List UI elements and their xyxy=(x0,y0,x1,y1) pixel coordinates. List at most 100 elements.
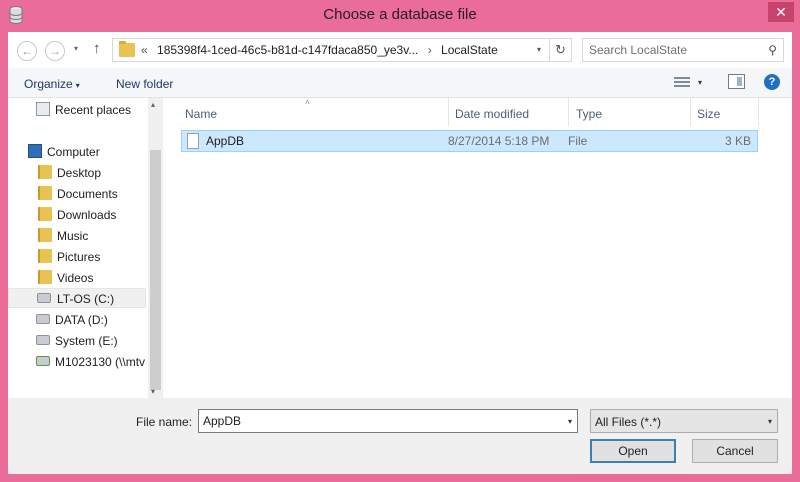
preview-pane-button[interactable] xyxy=(728,74,745,89)
change-view-button[interactable] xyxy=(674,75,690,89)
file-type: File xyxy=(568,134,588,148)
address-bar[interactable]: « 185398f4-1ced-46c5-b81d-c147fdaca850_y… xyxy=(112,38,572,62)
file-name-combobox: ▾ xyxy=(198,409,578,433)
dialog-body: ← → ▾ ↑ « 185398f4-1ced-46c5-b81d-c147fd… xyxy=(8,32,792,474)
file-name-label: File name: xyxy=(136,415,193,429)
file-icon xyxy=(187,133,199,149)
sidebar-item-label: Downloads xyxy=(57,208,117,222)
sidebar-item-data-d[interactable]: DATA (D:) xyxy=(36,310,146,330)
sidebar-item-lt-os-c[interactable]: LT-OS (C:) xyxy=(8,288,146,308)
organize-label: Organize xyxy=(24,77,73,91)
file-name: AppDB xyxy=(206,134,245,148)
sidebar-item-label: DATA (D:) xyxy=(55,313,108,327)
sidebar-item-label: Pictures xyxy=(57,250,101,264)
file-date-modified: 8/27/2014 5:18 PM xyxy=(448,134,550,148)
sidebar-item-recent-places[interactable]: Recent places xyxy=(36,100,146,120)
folder-icon xyxy=(38,186,52,200)
sidebar-item-label: Music xyxy=(57,229,89,243)
list-view-icon-line xyxy=(674,85,690,87)
column-header-type[interactable]: Type xyxy=(576,107,602,121)
folder-icon xyxy=(38,249,52,263)
search-icon[interactable]: ⚲ xyxy=(768,43,777,57)
breadcrumb-current[interactable]: LocalState xyxy=(441,43,498,57)
folder-icon xyxy=(38,270,52,284)
folder-icon xyxy=(119,41,135,57)
sidebar-item-music[interactable]: Music xyxy=(38,226,146,246)
back-button[interactable]: ← xyxy=(17,41,37,61)
forward-button[interactable]: → xyxy=(45,41,65,61)
file-row-appdb[interactable]: AppDB 8/27/2014 5:18 PM File 3 KB xyxy=(181,130,758,152)
sidebar-item-label: M1023130 (\\mtv xyxy=(55,355,146,369)
search-input[interactable] xyxy=(589,40,759,60)
chevron-down-icon[interactable]: ▾ xyxy=(568,417,572,426)
network-drive-icon xyxy=(36,356,50,366)
sidebar-item-network-drive[interactable]: M1023130 (\\mtv xyxy=(36,352,146,372)
close-button[interactable]: ✕ xyxy=(768,2,794,22)
column-header-size[interactable]: Size xyxy=(697,107,720,121)
breadcrumb-separator[interactable]: › xyxy=(428,43,432,57)
breadcrumb-overflow[interactable]: « xyxy=(141,43,148,57)
help-button[interactable]: ? xyxy=(764,74,780,90)
new-folder-button[interactable]: New folder xyxy=(116,77,173,91)
breadcrumb: « 185398f4-1ced-46c5-b81d-c147fdaca850_y… xyxy=(141,43,504,57)
sidebar-item-documents[interactable]: Documents xyxy=(38,184,146,204)
file-list: ˄ Name Date modified Type Size AppDB 8/2… xyxy=(172,98,792,398)
navigation-pane: Recent places Computer Desktop Documents… xyxy=(8,98,160,398)
dialog-footer: File name: ▾ All Files (*.*) ▾ Open Canc… xyxy=(8,398,792,474)
sidebar-item-label: Videos xyxy=(57,271,94,285)
column-headers: ˄ Name Date modified Type Size xyxy=(172,98,792,128)
sidebar-item-downloads[interactable]: Downloads xyxy=(38,205,146,225)
list-view-icon xyxy=(674,77,690,79)
open-button[interactable]: Open xyxy=(590,439,676,463)
column-divider[interactable] xyxy=(758,98,759,126)
chevron-down-icon: ▾ xyxy=(767,417,772,426)
drive-icon xyxy=(36,314,50,324)
search-box: ⚲ xyxy=(582,38,784,62)
command-bar: Organize ▾ New folder ▾ ? xyxy=(8,68,792,98)
sort-ascending-icon: ˄ xyxy=(305,98,310,107)
folder-icon xyxy=(38,165,52,179)
column-divider[interactable] xyxy=(568,98,569,126)
address-dropdown-icon[interactable]: ▾ xyxy=(537,45,541,54)
view-options-dropdown[interactable]: ▾ xyxy=(698,78,702,87)
sidebar-item-label: Computer xyxy=(47,145,100,159)
sidebar-item-label: Documents xyxy=(57,187,118,201)
sidebar-item-pictures[interactable]: Pictures xyxy=(38,247,146,267)
sidebar-item-system-e[interactable]: System (E:) xyxy=(36,331,146,351)
file-type-value: All Files (*.*) xyxy=(595,415,662,429)
folder-icon xyxy=(38,228,52,242)
sidebar-item-label: Recent places xyxy=(55,103,132,117)
file-size: 3 KB xyxy=(724,134,751,148)
sidebar-item-videos[interactable]: Videos xyxy=(38,268,146,288)
sidebar-item-label: LT-OS (C:) xyxy=(57,292,115,306)
organize-button[interactable]: Organize ▾ xyxy=(24,77,80,91)
column-header-date-modified[interactable]: Date modified xyxy=(455,107,529,121)
window-title: Choose a database file xyxy=(323,6,477,23)
folder-icon xyxy=(38,207,52,221)
refresh-button[interactable]: ↻ xyxy=(549,39,571,61)
column-divider[interactable] xyxy=(690,98,691,126)
drive-icon xyxy=(36,335,50,345)
file-type-select[interactable]: All Files (*.*) ▾ xyxy=(590,409,778,433)
breadcrumb-parent[interactable]: 185398f4-1ced-46c5-b81d-c147fdaca850_ye3… xyxy=(157,43,418,57)
sidebar-item-label: System (E:) xyxy=(55,334,118,348)
navigation-pane-scrollbar[interactable]: ▴ ▾ xyxy=(148,98,163,398)
column-divider[interactable] xyxy=(448,98,449,126)
navigation-bar: ← → ▾ ↑ « 185398f4-1ced-46c5-b81d-c147fd… xyxy=(8,32,792,68)
computer-icon xyxy=(28,144,42,158)
title-bar: Choose a database file ✕ xyxy=(0,0,800,32)
scroll-up-icon[interactable]: ▴ xyxy=(151,100,155,109)
scrollbar-thumb[interactable] xyxy=(150,150,161,390)
sidebar-item-computer[interactable]: Computer xyxy=(28,142,146,162)
column-header-name[interactable]: Name xyxy=(185,107,217,121)
sidebar-item-label: Desktop xyxy=(57,166,102,180)
list-view-icon-line xyxy=(674,81,690,83)
cancel-button[interactable]: Cancel xyxy=(692,439,778,463)
drive-icon xyxy=(37,293,51,303)
scroll-down-icon[interactable]: ▾ xyxy=(151,387,155,396)
recent-locations-dropdown[interactable]: ▾ xyxy=(74,44,78,53)
file-name-input[interactable] xyxy=(203,411,553,431)
up-button[interactable]: ↑ xyxy=(93,40,101,57)
recent-places-icon xyxy=(36,102,50,116)
sidebar-item-desktop[interactable]: Desktop xyxy=(38,163,146,183)
